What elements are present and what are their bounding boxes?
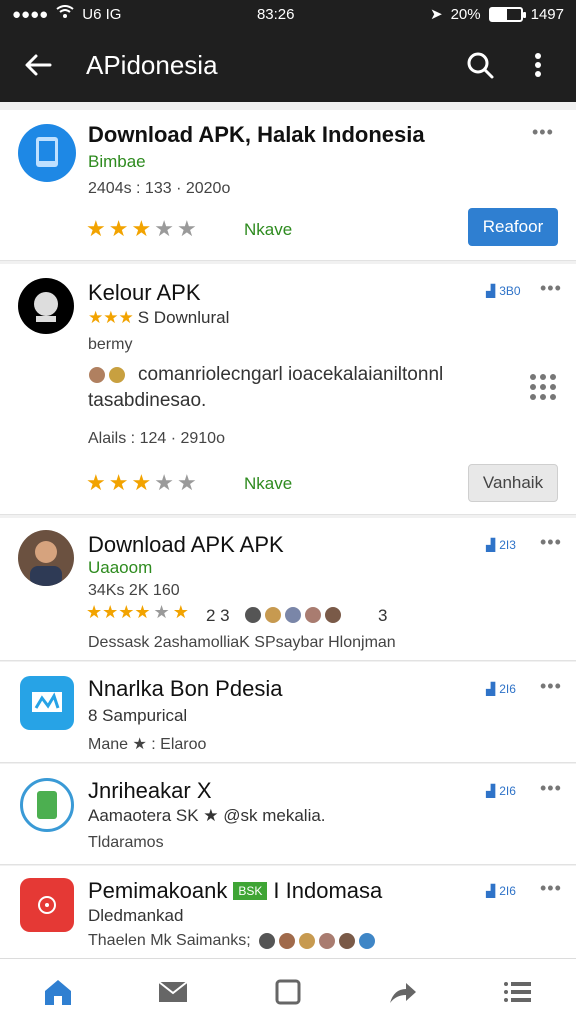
app-subtitle: Aamaotera SK ★ @sk mekalia. bbox=[88, 806, 326, 825]
description: Dessask 2ashamolliaK SPsaybar Hlonjman bbox=[88, 634, 396, 651]
app-title: Jnriheakar X bbox=[88, 778, 212, 803]
bottom-navigation bbox=[0, 958, 576, 1024]
app-title: Download APK, Halak Indonesia bbox=[88, 122, 425, 147]
chip-count: 2 3 bbox=[206, 606, 230, 625]
status-right-text: 1497 bbox=[530, 5, 564, 23]
stats-badge: ▟ 2I6 bbox=[486, 784, 516, 798]
status-time: 83:26 bbox=[256, 5, 295, 23]
app-title: Kelour APK bbox=[88, 280, 201, 305]
primary-action-button[interactable]: Reafoor bbox=[468, 208, 558, 246]
app-icon bbox=[18, 124, 76, 182]
app-icon bbox=[20, 676, 74, 730]
nav-menu[interactable] bbox=[486, 967, 550, 1017]
app-bar: APidonesia bbox=[0, 28, 576, 102]
app-subtitle: ★★★ S Downlural bbox=[88, 308, 230, 327]
more-icon[interactable]: ••• bbox=[540, 278, 562, 299]
app-meta: Thaelen Mk Saimanks; bbox=[88, 932, 251, 949]
app-title: Nnarlka Bon Pdesia bbox=[88, 676, 283, 701]
app-meta: Tldaramos bbox=[88, 834, 164, 851]
app-icon bbox=[20, 878, 74, 932]
share-icon bbox=[390, 982, 417, 1003]
list-item[interactable]: Download APK, Halak Indonesia ••• Bimbae… bbox=[0, 110, 576, 260]
rating-stars: ★★★★ ★ ★ bbox=[86, 602, 189, 622]
nav-square[interactable] bbox=[256, 967, 320, 1017]
more-icon[interactable]: ••• bbox=[540, 532, 562, 553]
extra-line: bermy bbox=[88, 336, 133, 353]
more-icon[interactable]: ••• bbox=[540, 676, 562, 697]
battery-icon bbox=[488, 6, 526, 22]
app-meta: 2404s : 133 · 2020o bbox=[88, 180, 231, 197]
user-avatars bbox=[244, 606, 342, 624]
search-icon[interactable] bbox=[460, 45, 500, 85]
list-item[interactable]: Download APK APK ▟ 2I3 ••• Uaaoom 34Ks 2K… bbox=[0, 518, 576, 660]
stats-badge: ▟ 2I3 bbox=[486, 538, 516, 552]
battery-percent: 20% bbox=[450, 5, 481, 23]
more-vertical-icon[interactable] bbox=[518, 45, 558, 85]
chip-count-2: 3 bbox=[378, 606, 388, 625]
home-icon bbox=[44, 979, 71, 1005]
mail-icon bbox=[158, 980, 188, 1002]
nav-home[interactable] bbox=[26, 967, 90, 1017]
more-icon[interactable]: ••• bbox=[532, 122, 554, 143]
app-list: Download APK, Halak Indonesia ••• Bimbae… bbox=[0, 102, 576, 958]
carrier-text: U6 IG bbox=[82, 5, 122, 23]
list-item[interactable]: Jnriheakar X ▟ 2I6 ••• Aamaotera SK ★ @sk… bbox=[0, 764, 576, 864]
list-item[interactable]: Nnarlka Bon Pdesia ▟ 2I6 ••• 8 Sampurical… bbox=[0, 662, 576, 762]
user-avatar bbox=[18, 530, 74, 586]
app-subtitle: Uaaoom bbox=[88, 558, 153, 577]
app-meta: Alails : 124 · 2910o bbox=[88, 430, 225, 447]
secondary-action-button[interactable]: Vanhaik bbox=[468, 464, 558, 502]
list-item[interactable]: Kelour APK ▟ 3B0 ••• ★★★ S Downlural bermy… bbox=[0, 264, 576, 514]
nav-share[interactable] bbox=[371, 967, 435, 1017]
app-subtitle: 8 Sampurical bbox=[88, 706, 188, 725]
rating-label: Nkave bbox=[244, 474, 293, 493]
stats-badge: ▟ 2I6 bbox=[486, 682, 516, 696]
app-title: Pemimakoank BSK I Indomasa bbox=[88, 878, 383, 903]
square-icon bbox=[275, 979, 301, 1004]
app-icon bbox=[18, 278, 74, 334]
app-meta: 34Ks 2K 160 bbox=[88, 582, 180, 599]
nav-mail[interactable] bbox=[141, 967, 205, 1017]
app-subtitle: Bimbae bbox=[88, 152, 146, 171]
app-meta: Mane ★ : Elaroo bbox=[88, 736, 207, 753]
wifi-icon bbox=[56, 5, 74, 23]
user-avatars bbox=[258, 932, 376, 950]
page-title: APidonesia bbox=[86, 49, 218, 80]
rating-stars: ★ ★ ★ ★ ★ bbox=[86, 216, 197, 241]
more-icon[interactable]: ••• bbox=[540, 878, 562, 899]
signal-dots: ●●●● bbox=[12, 5, 49, 23]
rating-stars: ★ ★ ★ ★ ★ bbox=[86, 470, 197, 495]
arrow-left-icon[interactable] bbox=[18, 45, 58, 85]
user-avatars bbox=[88, 366, 126, 384]
location-icon: ➤ bbox=[430, 6, 443, 23]
menu-list-icon bbox=[504, 981, 532, 1002]
rating-label: Nkave bbox=[244, 220, 293, 239]
grid-icon[interactable] bbox=[530, 374, 556, 400]
description-line-1: comanriolecngarl ioacekalaianiltonnl bbox=[138, 364, 444, 385]
list-item[interactable]: Pemimakoank BSK I Indomasa ▟ 2I6 ••• Dled… bbox=[0, 866, 576, 958]
app-title: Download APK APK bbox=[88, 532, 284, 557]
stats-badge: ▟ 2I6 bbox=[486, 884, 516, 898]
stats-badge: ▟ 3B0 bbox=[486, 284, 521, 298]
more-icon[interactable]: ••• bbox=[540, 778, 562, 799]
app-icon bbox=[20, 778, 74, 832]
status-bar: ●●●● U6 IG 83:26 ➤ 20% 1497 bbox=[0, 0, 576, 28]
description-line-2: tasabdinesao. bbox=[88, 390, 207, 411]
tag-badge: BSK bbox=[233, 882, 268, 900]
app-subtitle: Dledmankad bbox=[88, 906, 184, 925]
